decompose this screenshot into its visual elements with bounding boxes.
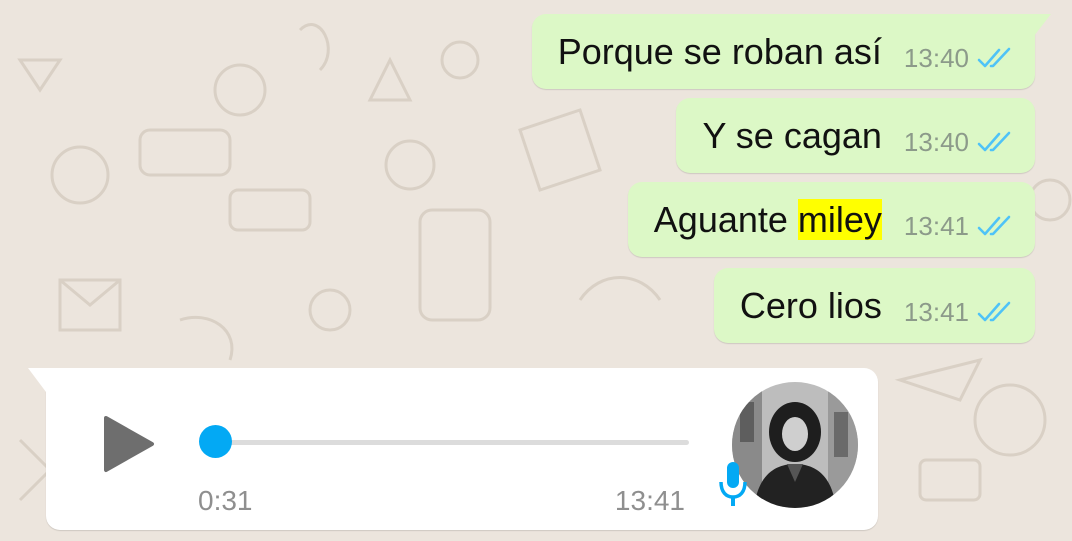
- search-highlight: miley: [797, 198, 882, 240]
- play-icon[interactable]: [102, 414, 156, 474]
- incoming-voice-message: 0:31 13:41: [28, 368, 878, 530]
- avatar-photo: [732, 382, 858, 508]
- outgoing-message[interactable]: Aguante miley 13:41: [627, 182, 1035, 257]
- audio-progress-knob[interactable]: [199, 425, 232, 458]
- message-meta: 13:41: [904, 297, 1017, 328]
- avatar[interactable]: [732, 382, 858, 508]
- message-time: 13:41: [903, 297, 969, 327]
- message-text: Y se cagan: [702, 114, 882, 156]
- double-check-read-icon: [977, 215, 1011, 235]
- double-check-read-icon: [977, 131, 1011, 151]
- bubble-tail: [28, 368, 46, 392]
- audio-progress-track[interactable]: [214, 440, 689, 445]
- message-time: 13:40: [903, 43, 969, 73]
- message-meta: 13:40: [904, 43, 1017, 74]
- microphone-icon: [719, 462, 747, 506]
- outgoing-message[interactable]: Cero lios 13:41: [713, 268, 1035, 343]
- message-meta: 13:41: [904, 211, 1017, 242]
- bubble-tail: [1034, 14, 1051, 36]
- outgoing-message[interactable]: Y se cagan 13:40: [676, 98, 1035, 173]
- double-check-read-icon: [977, 47, 1011, 67]
- message-meta: 13:40: [904, 127, 1017, 158]
- message-time: 13:40: [903, 127, 969, 157]
- message-text: Cero lios: [739, 284, 882, 326]
- message-time: 13:41: [903, 211, 969, 241]
- message-text: Porque se roban así: [557, 30, 882, 72]
- outgoing-message[interactable]: Porque se roban así 13:40: [531, 14, 1051, 89]
- message-time: 13:41: [614, 485, 685, 516]
- double-check-read-icon: [977, 301, 1011, 321]
- voice-duration: 0:31: [198, 485, 253, 516]
- message-text: Aguante miley: [653, 198, 882, 240]
